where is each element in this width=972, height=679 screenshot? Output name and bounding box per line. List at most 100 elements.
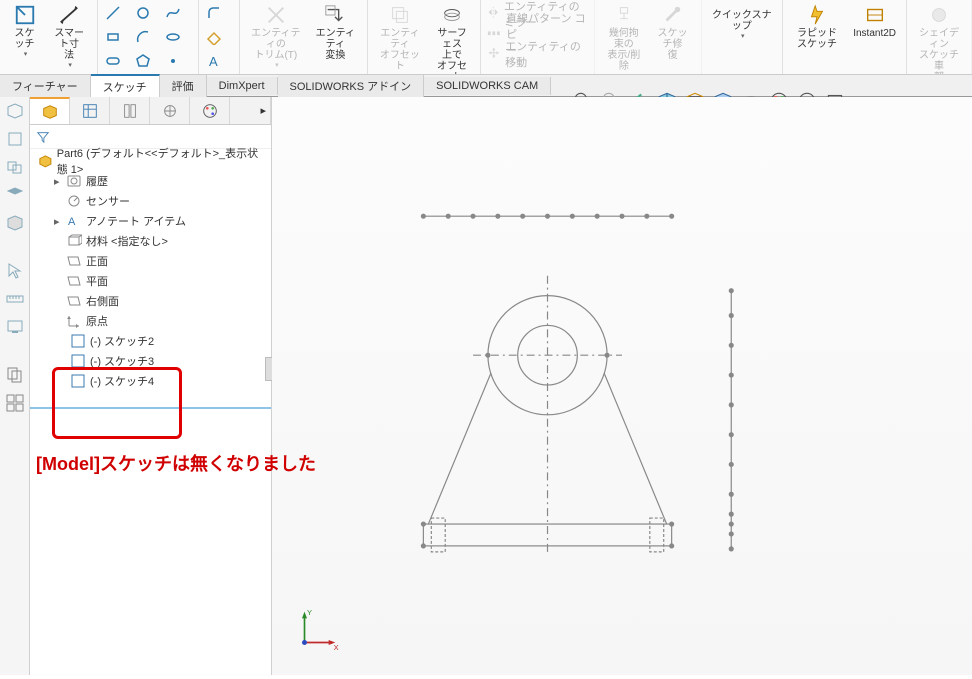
plane-icon	[66, 253, 82, 269]
move-entities-icon	[487, 46, 501, 62]
panel-tab-overflow[interactable]: ▸	[230, 97, 271, 124]
tab-sketch[interactable]: スケッチ	[91, 74, 160, 98]
display-relations-label: 幾何拘束の 表示/削除	[605, 28, 642, 72]
annotation-highlight-box	[52, 367, 182, 439]
quick-snap-label: クイックスナップ	[712, 10, 772, 32]
arc-tool-icon[interactable]	[134, 28, 152, 46]
smart-dimension-button[interactable]: スマート寸 法	[45, 2, 93, 71]
relations-icon	[613, 4, 635, 26]
shaded-sketch-label: シェイディン スケッチ車 郭	[917, 28, 961, 75]
tree-top-label: 平面	[86, 273, 108, 289]
instant2d-icon	[864, 4, 886, 26]
surface-offset-label: サーフェス 上で オフセット	[434, 28, 471, 75]
tree-origin-label: 原点	[86, 313, 108, 329]
panel-tabs: ▸	[30, 97, 271, 125]
filter-icon	[36, 130, 50, 144]
smart-dimension-icon	[58, 4, 80, 26]
trim-label: エンティティの トリム(T)	[250, 28, 301, 61]
tree-right-plane[interactable]: 右側面	[34, 291, 267, 311]
point-tool-icon[interactable]	[164, 52, 182, 70]
panel-tab-property[interactable]	[70, 97, 110, 124]
plane-icon	[66, 273, 82, 289]
rapid-sketch-button[interactable]: ラピッドスケッチ	[787, 2, 847, 52]
ribbon-group-rapid: ラピッドスケッチ Instant2D	[783, 0, 907, 74]
leftbar-icon-2[interactable]	[5, 129, 25, 149]
tree-top-plane[interactable]: 平面	[34, 271, 267, 291]
part-icon	[38, 153, 53, 169]
fillet-tool-icon[interactable]	[205, 4, 223, 22]
quick-snap-button[interactable]: クイックスナップ	[706, 2, 778, 42]
repair-icon	[661, 4, 683, 26]
tree-sketch2[interactable]: (-) スケッチ2	[34, 331, 267, 351]
slot-tool-icon[interactable]	[104, 52, 122, 70]
rapid-sketch-icon	[806, 4, 828, 26]
leftbar-copy-icon[interactable]	[5, 365, 25, 385]
tab-feature[interactable]: フィーチャー	[0, 75, 91, 97]
text-tool-icon[interactable]: A	[205, 52, 223, 70]
convert-entities-button[interactable]: エンティティ 変換	[307, 2, 363, 71]
leftbar-icon-1[interactable]	[5, 101, 25, 121]
sketch-label: スケッチ	[10, 28, 39, 50]
tab-sw-addin[interactable]: SOLIDWORKS アドイン	[278, 75, 425, 97]
circle-tool-icon[interactable]	[134, 4, 152, 22]
mirror-icon	[487, 6, 499, 22]
line-tool-icon[interactable]	[104, 4, 122, 22]
polygon-tool-icon[interactable]	[134, 52, 152, 70]
move-entities-button[interactable]: エンティティの移動	[487, 44, 588, 64]
panel-tab-appearance[interactable]	[190, 97, 230, 124]
leftbar-measure-icon[interactable]	[5, 289, 25, 309]
tree-material[interactable]: 材料 <指定なし>	[34, 231, 267, 251]
instant2d-button[interactable]: Instant2D	[847, 2, 902, 52]
shaded-sketch-icon	[928, 4, 950, 26]
repair-label: スケッチ修 復	[654, 28, 691, 61]
trim-button[interactable]: エンティティの トリム(T)	[244, 2, 307, 71]
ellipse-tool-icon[interactable]	[164, 28, 182, 46]
panel-tab-feature-tree[interactable]	[30, 97, 70, 124]
surface-offset-button[interactable]: サーフェス 上で オフセット	[428, 2, 477, 75]
offset-entities-button[interactable]: エンティティ オフセット	[372, 2, 427, 75]
svg-text:A: A	[209, 54, 218, 69]
leftbar-assembly-icon[interactable]	[5, 393, 25, 413]
tree-origin[interactable]: 原点	[34, 311, 267, 331]
left-toolbar	[0, 97, 30, 675]
ribbon-group-sketch: スケッチ スマート寸 法	[0, 0, 98, 74]
panel-tab-config[interactable]	[110, 97, 150, 124]
tab-sw-cam[interactable]: SOLIDWORKS CAM	[424, 77, 551, 95]
leftbar-icon-3[interactable]	[5, 157, 25, 177]
panel-tab-dimxpert[interactable]	[150, 97, 190, 124]
expand-icon[interactable]: ▸	[54, 175, 66, 188]
tree-history-label: 履歴	[86, 173, 108, 189]
sketch-button[interactable]: スケッチ	[4, 2, 45, 71]
tree-front-plane[interactable]: 正面	[34, 251, 267, 271]
leftbar-icon-4[interactable]	[5, 185, 25, 205]
ribbon-group-relations: 幾何拘束の 表示/削除 スケッチ修 復	[595, 0, 701, 74]
rapid-sketch-label: ラピッドスケッチ	[793, 28, 841, 50]
leftbar-icon-5[interactable]	[5, 213, 25, 233]
leftbar-selection-icon[interactable]	[5, 261, 25, 281]
rectangle-tool-icon[interactable]	[104, 28, 122, 46]
triad-x-label: X	[334, 643, 339, 652]
sketch-geometry	[272, 97, 972, 675]
plane-tool-icon[interactable]	[205, 28, 223, 46]
annotations-icon: A	[66, 213, 82, 229]
tab-dimxpert[interactable]: DimXpert	[207, 77, 278, 95]
tree-sensors-label: センサー	[86, 193, 130, 209]
graphics-viewport[interactable]: Y X	[272, 97, 972, 675]
tree-annotations[interactable]: ▸ A アノテート アイテム	[34, 211, 267, 231]
ribbon-group-tools	[98, 0, 199, 74]
tree-sketch2-label: (-) スケッチ2	[90, 333, 154, 349]
tab-evaluate[interactable]: 評価	[160, 75, 207, 97]
instant2d-label: Instant2D	[853, 28, 896, 39]
repair-sketch-button[interactable]: スケッチ修 復	[648, 2, 697, 75]
spline-tool-icon[interactable]	[164, 4, 182, 22]
leftbar-display-icon[interactable]	[5, 317, 25, 337]
display-relations-button[interactable]: 幾何拘束の 表示/削除	[599, 2, 648, 75]
tree-front-label: 正面	[86, 253, 108, 269]
tree-root[interactable]: Part6 (デフォルト<<デフォルト>_表示状態 1>	[34, 151, 267, 171]
expand-icon[interactable]: ▸	[54, 215, 66, 228]
ribbon-group-pattern: エンティティのミラー 直線パターン コピ ー エンティティの移動	[481, 0, 595, 74]
tree-sensors[interactable]: センサー	[34, 191, 267, 211]
shaded-sketch-button[interactable]: シェイディン スケッチ車 郭	[911, 2, 967, 75]
convert-entities-label: エンティティ 変換	[313, 28, 357, 61]
smart-dimension-label: スマート寸 法	[51, 28, 87, 61]
